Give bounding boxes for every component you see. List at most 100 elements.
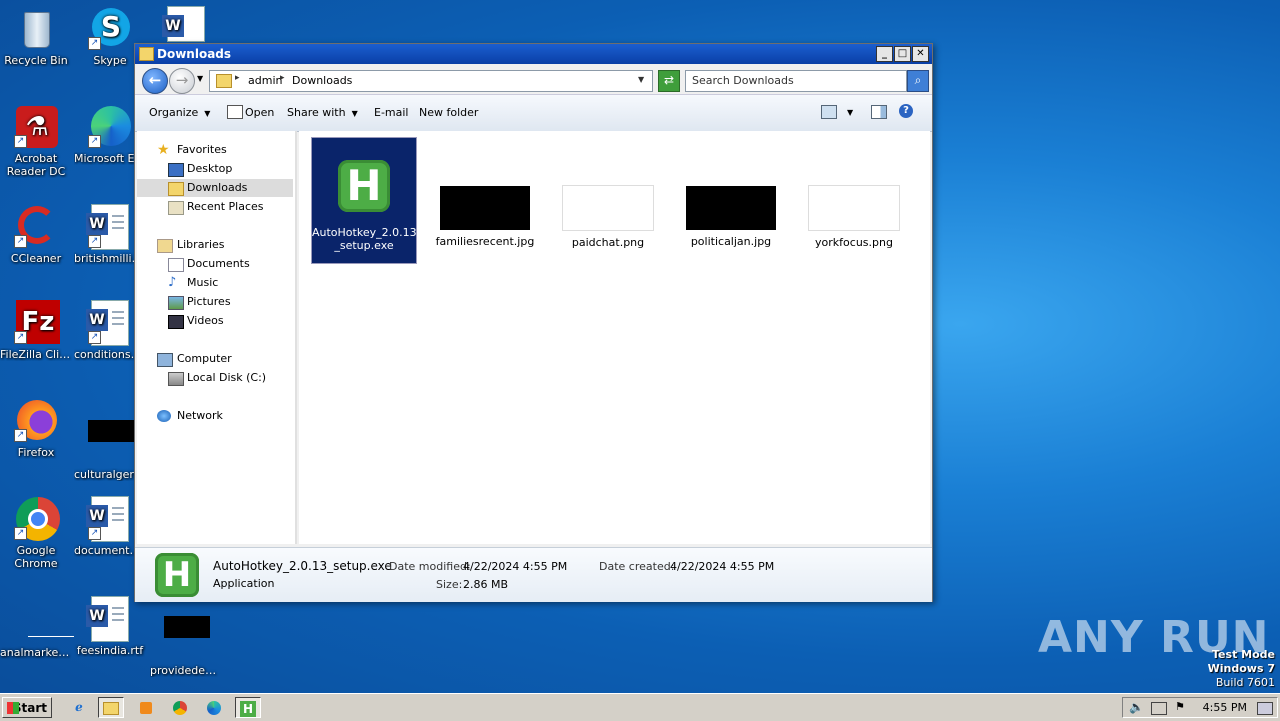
refresh-button[interactable]: ⇄ — [658, 70, 680, 92]
nav-pictures[interactable]: Pictures — [137, 293, 293, 311]
desktop-icon-acrobat[interactable]: ⚗ ↗ Acrobat Reader DC — [0, 104, 72, 178]
desktop-icon-filezilla[interactable]: Fz ↗ FileZilla Client — [0, 300, 72, 361]
computer-icon — [157, 353, 173, 367]
nav-local-disk[interactable]: Local Disk (C:) — [137, 369, 293, 387]
nav-favorites[interactable]: ★ Favorites — [137, 141, 293, 159]
skype-icon: S ↗ — [88, 6, 132, 50]
file-item-yorkfocus[interactable]: yorkfocus.png — [802, 137, 906, 249]
taskbar-chrome[interactable] — [167, 697, 193, 718]
nav-libraries[interactable]: Libraries — [137, 236, 293, 254]
clock[interactable]: 4:55 PM — [1203, 701, 1247, 714]
new-folder-button[interactable]: New folder — [419, 106, 478, 119]
desktop-icon-chrome[interactable]: ↗ Google Chrome — [0, 496, 72, 570]
acrobat-icon: ⚗ ↗ — [14, 104, 58, 148]
preview-pane-icon[interactable] — [871, 105, 887, 119]
desktop-icon-recycle-bin[interactable]: Recycle Bin — [0, 6, 72, 67]
open-button[interactable]: Open — [245, 106, 274, 119]
image-thumbnail-icon — [14, 598, 74, 642]
start-button[interactable]: Start — [2, 697, 52, 718]
breadcrumb-downloads[interactable]: Downloads — [292, 74, 352, 87]
desktop-icon-ccleaner[interactable]: ↗ CCleaner — [0, 204, 72, 265]
search-box — [685, 70, 907, 92]
recent-pages-dropdown-icon[interactable]: ▼ — [197, 74, 203, 83]
share-with-label: Share with — [287, 106, 346, 119]
music-icon: ♪ — [168, 275, 177, 290]
email-button[interactable]: E-mail — [374, 106, 409, 119]
share-with-button[interactable]: Share with ▼ — [287, 106, 358, 119]
chevron-right-icon[interactable]: ▸ — [280, 73, 285, 83]
taskbar-edge[interactable] — [201, 697, 227, 718]
desktop-icon-firefox[interactable]: ↗ Firefox — [0, 398, 72, 459]
taskbar-explorer[interactable] — [98, 697, 124, 718]
forward-button[interactable]: → — [169, 68, 195, 94]
file-item-politicaljan[interactable]: politicaljan.jpg — [679, 137, 783, 248]
nav-computer-label: Computer — [177, 352, 232, 365]
action-center-flag-icon[interactable]: ⚑ — [1175, 700, 1185, 713]
taskbar-ie[interactable]: ℯ — [66, 697, 92, 718]
file-name: paidchat.png — [571, 236, 645, 249]
organize-button[interactable]: Organize ▼ — [149, 106, 210, 119]
window-title: Downloads — [157, 47, 232, 61]
word-doc-icon: W — [86, 596, 132, 642]
recycle-bin-icon — [14, 6, 58, 50]
nav-documents[interactable]: Documents — [137, 255, 293, 273]
file-item-autohotkey[interactable]: H AutoHotkey_2.0.13 _setup.exe — [311, 137, 417, 264]
explorer-window: Downloads _ □ ✕ ← → ▼ ▸ admin ▸ Download… — [134, 43, 933, 602]
minimize-button[interactable]: _ — [876, 46, 893, 62]
change-view-icon[interactable] — [821, 105, 837, 119]
nav-computer[interactable]: Computer — [137, 350, 293, 368]
image-thumbnail — [562, 185, 654, 231]
organize-label: Organize — [149, 106, 199, 119]
search-button[interactable]: ⌕ — [907, 70, 929, 92]
image-thumbnail — [808, 185, 900, 231]
word-doc-icon: W ↗ — [86, 496, 132, 542]
details-type: Application — [213, 577, 275, 590]
nav-downloads[interactable]: Downloads — [137, 179, 293, 197]
nav-videos-label: Videos — [187, 314, 224, 327]
taskbar-media-player[interactable] — [133, 697, 159, 718]
image-thumbnail-icon — [164, 616, 210, 660]
address-bar[interactable]: ▸ admin ▸ Downloads ▼ — [209, 70, 653, 92]
file-list: H AutoHotkey_2.0.13 _setup.exe familiesr… — [299, 131, 930, 544]
desktop-icon — [168, 163, 184, 177]
star-icon: ★ — [157, 142, 170, 158]
internet-explorer-icon: ℯ — [75, 700, 83, 714]
file-name-line1: AutoHotkey_2.0.13 — [312, 226, 417, 239]
autohotkey-icon: H — [155, 553, 199, 597]
back-button[interactable]: ← — [142, 68, 168, 94]
address-dropdown-icon[interactable]: ▼ — [638, 75, 644, 84]
nav-network-label: Network — [177, 409, 223, 422]
folder-icon — [139, 47, 154, 61]
maximize-button[interactable]: □ — [894, 46, 911, 62]
nav-desktop[interactable]: Desktop — [137, 160, 293, 178]
chevron-right-icon[interactable]: ▸ — [235, 73, 240, 83]
search-input[interactable] — [686, 71, 902, 89]
size-value: 2.86 MB — [463, 578, 509, 591]
desktop-icon-analmarketi[interactable]: analmarketi... — [0, 598, 74, 659]
nav-network[interactable]: Network — [137, 407, 293, 425]
close-button[interactable]: ✕ — [912, 46, 929, 62]
help-icon[interactable]: ? — [899, 104, 913, 118]
file-item-paidchat[interactable]: paidchat.png — [556, 137, 660, 249]
title-bar[interactable]: Downloads _ □ ✕ — [135, 44, 932, 64]
date-created-value: 4/22/2024 4:55 PM — [670, 560, 775, 573]
system-tray: 🔈 ⚑ 4:55 PM — [1122, 697, 1278, 718]
nav-videos[interactable]: Videos — [137, 312, 293, 330]
show-desktop-icon[interactable] — [1257, 702, 1273, 715]
volume-icon[interactable]: 🔈 — [1129, 700, 1144, 714]
desktop-icon-provideded[interactable]: provideded... — [150, 596, 222, 677]
file-item-familiesrecent[interactable]: familiesrecent.jpg — [433, 137, 537, 248]
taskbar-autohotkey[interactable]: H — [235, 697, 261, 718]
nav-recent-places[interactable]: Recent Places — [137, 198, 293, 216]
breadcrumb-admin[interactable]: admin — [248, 74, 282, 87]
local-disk-icon — [168, 372, 184, 386]
desktop-icon-feesindia[interactable]: W feesindia.rtf — [74, 596, 146, 657]
chrome-icon — [173, 700, 187, 715]
arrow-right-icon: → — [175, 71, 189, 89]
network-tray-icon[interactable] — [1151, 702, 1167, 715]
nav-music[interactable]: ♪ Music — [137, 274, 293, 292]
view-dropdown-icon[interactable]: ▼ — [847, 108, 853, 117]
documents-icon — [168, 258, 184, 272]
file-name: politicaljan.jpg — [690, 235, 772, 248]
details-pane: H AutoHotkey_2.0.13_setup.exe Applicatio… — [135, 547, 932, 602]
